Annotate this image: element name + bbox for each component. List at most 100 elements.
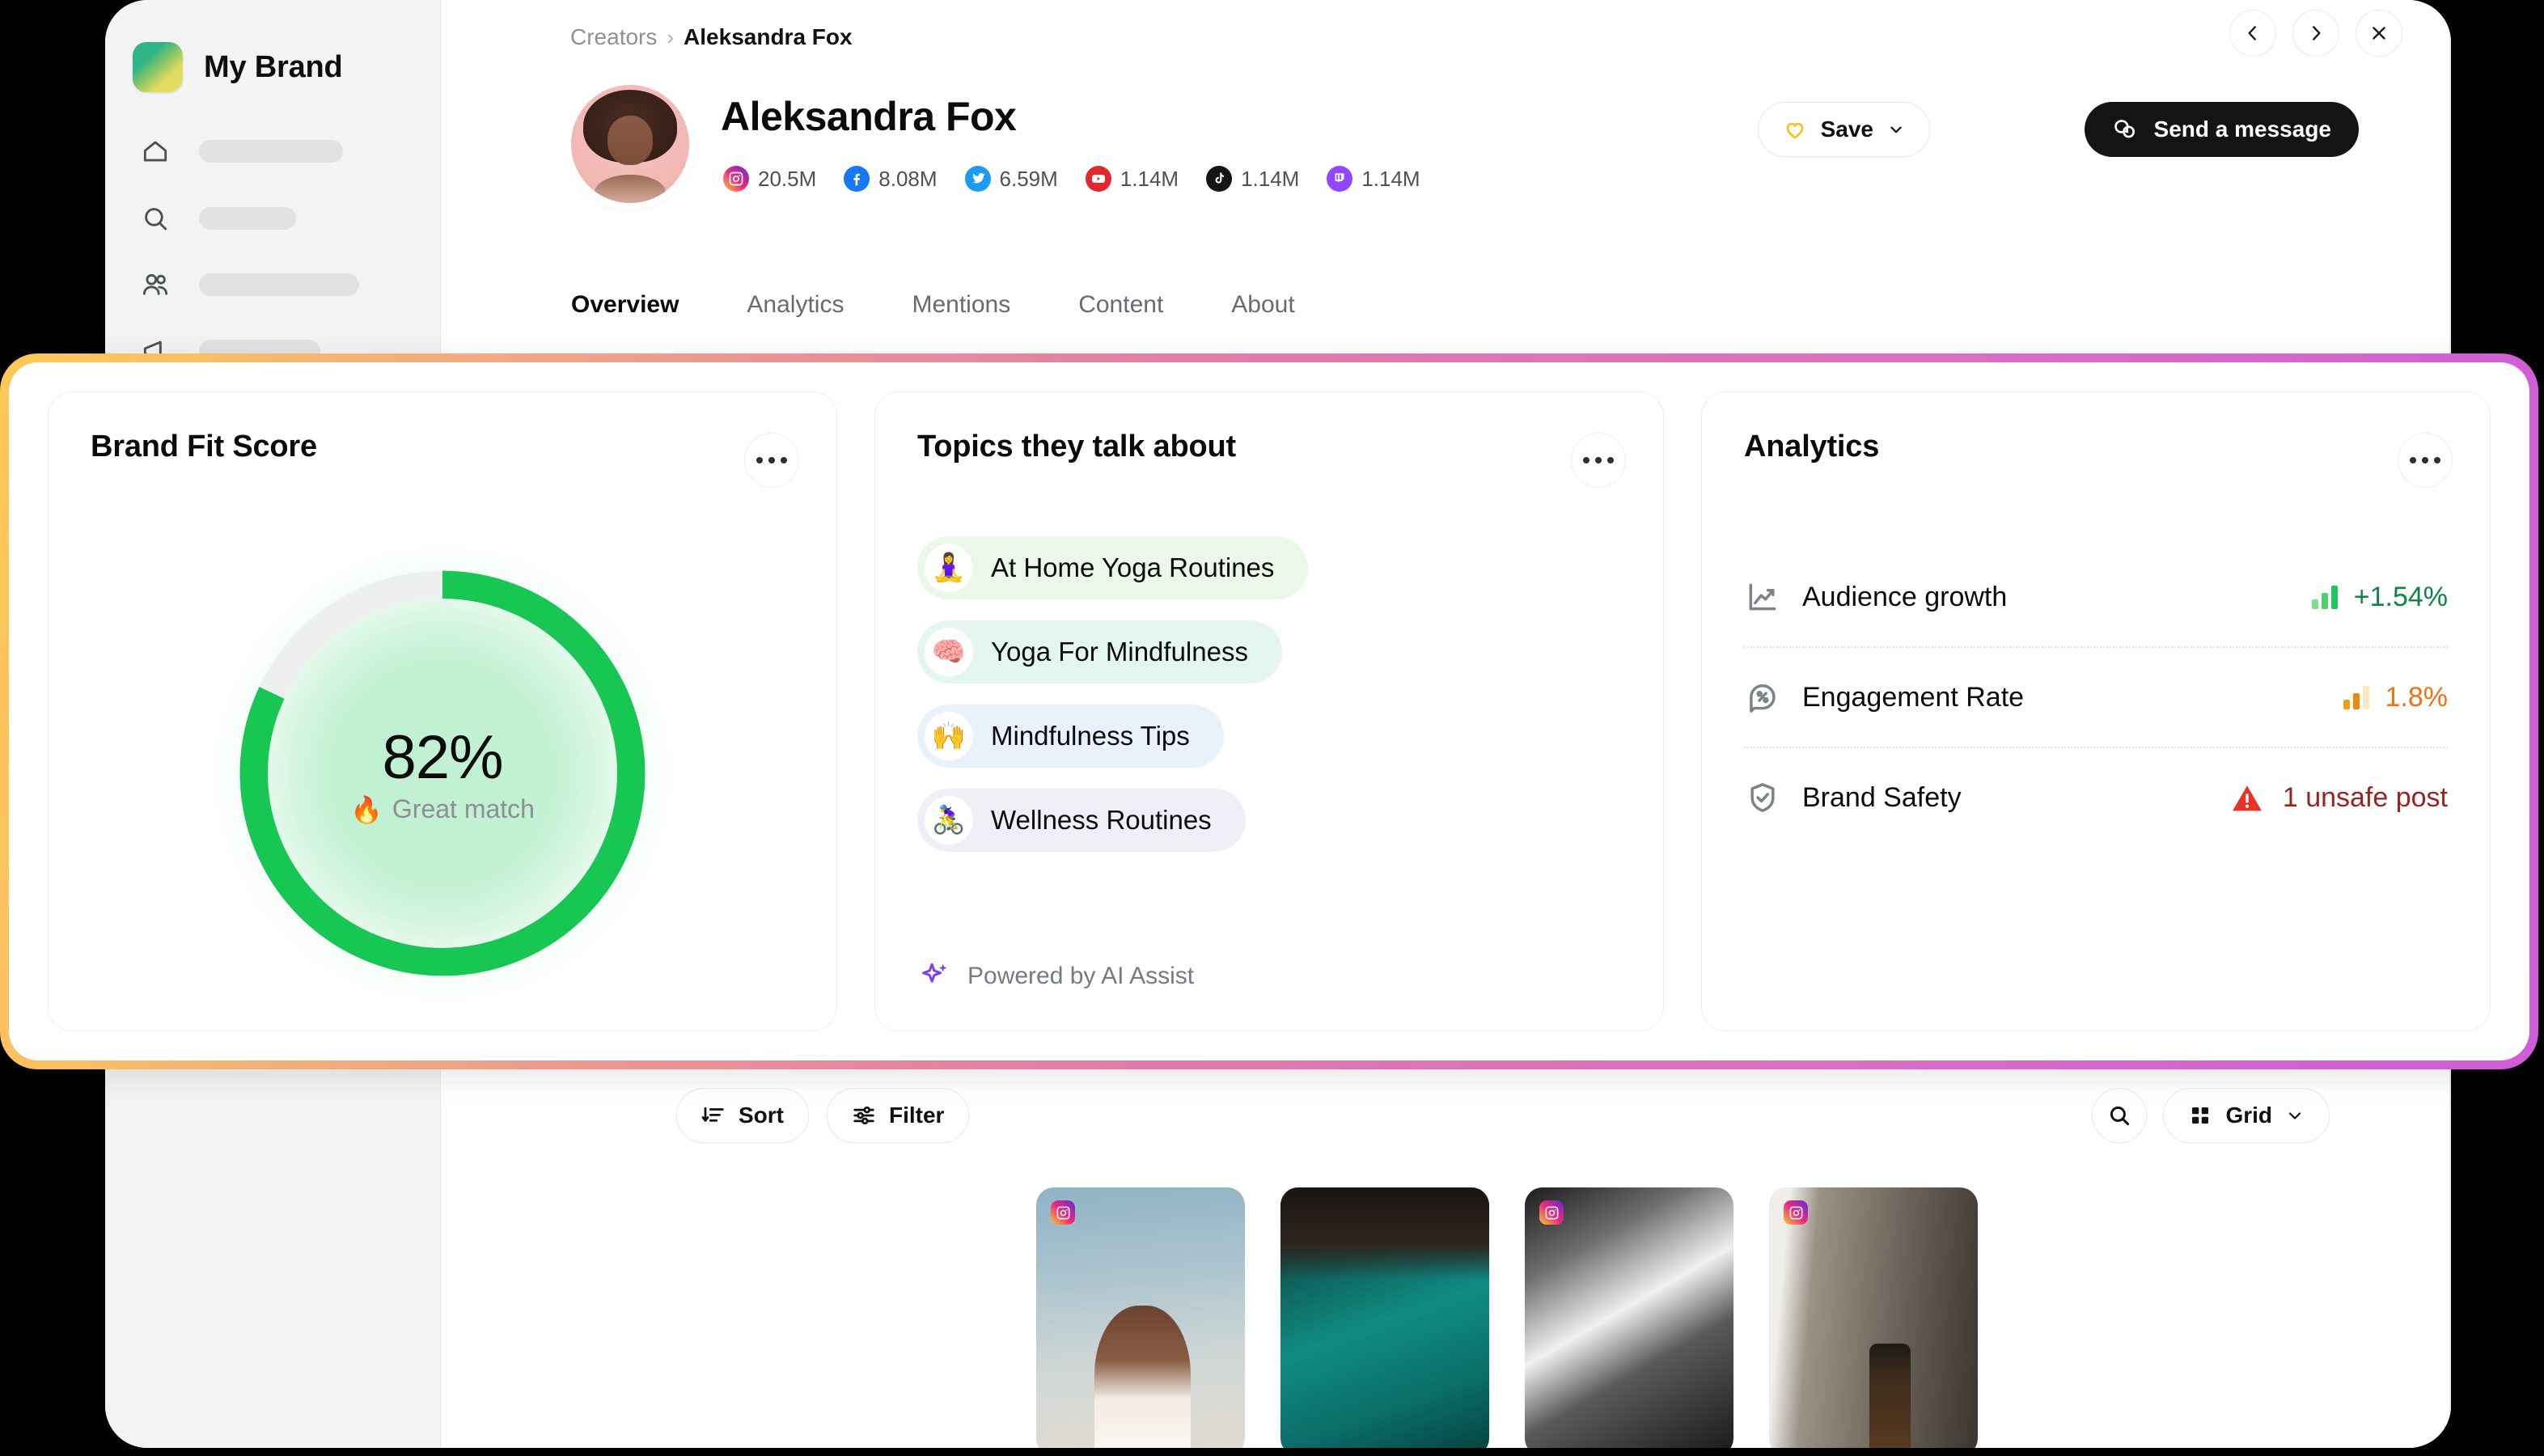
- stat-instagram[interactable]: 20.5M: [723, 166, 816, 192]
- sidebar-item-label-placeholder: [199, 207, 296, 230]
- filter-icon: [852, 1103, 876, 1128]
- avatar: [571, 85, 689, 203]
- list-item[interactable]: 🙌 Mindfulness Tips: [917, 705, 1224, 768]
- stat-value: 20.5M: [758, 167, 816, 192]
- stat-twitter[interactable]: 6.59M: [965, 166, 1058, 192]
- analytics-more-button[interactable]: [2398, 433, 2453, 488]
- send-message-button[interactable]: Send a message: [2085, 102, 2359, 157]
- sidebar-item-home[interactable]: [105, 133, 343, 169]
- topics-more-button[interactable]: [1571, 433, 1626, 488]
- filter-button[interactable]: Filter: [827, 1088, 969, 1143]
- instagram-icon: [1295, 1200, 1319, 1225]
- stat-youtube[interactable]: 1.14M: [1086, 166, 1179, 192]
- heart-icon: [1783, 117, 1807, 142]
- brand-fit-gauge: 82% 🔥 Great match: [228, 559, 657, 988]
- brand-fit-score-card: Brand Fit Score 82% 🔥 Great match: [48, 392, 837, 1031]
- metric-value: +1.54%: [2354, 582, 2448, 613]
- sidebar-item-people[interactable]: [105, 267, 359, 303]
- facebook-icon: [844, 166, 870, 192]
- metric-label: Brand Safety: [1802, 782, 2231, 814]
- post-card[interactable]: [1769, 1187, 1978, 1448]
- twitter-icon: [965, 166, 991, 192]
- tab-analytics[interactable]: Analytics: [747, 291, 844, 324]
- tab-content[interactable]: Content: [1078, 291, 1163, 324]
- save-button[interactable]: Save: [1758, 102, 1930, 157]
- social-stats: 20.5M 8.08M 6.59M 1.14M: [723, 166, 1420, 192]
- brand-fit-score-title: Brand Fit Score: [91, 430, 794, 464]
- brand-fit-percent: 82%: [382, 722, 502, 793]
- metric-brand-safety[interactable]: Brand Safety 1 unsafe post: [1744, 748, 2448, 847]
- stat-value: 1.14M: [1120, 167, 1179, 192]
- post-card[interactable]: [1036, 1187, 1245, 1448]
- metric-engagement-rate[interactable]: Engagement Rate 1.8%: [1744, 648, 2448, 747]
- page-title: Aleksandra Fox: [721, 93, 1016, 140]
- stat-twitch[interactable]: 1.14M: [1327, 166, 1420, 192]
- post-card[interactable]: [1525, 1187, 1733, 1448]
- topic-label: Wellness Routines: [991, 805, 1212, 836]
- brain-icon: 🧠: [925, 628, 973, 676]
- metric-value: 1.8%: [2385, 682, 2449, 713]
- tab-about[interactable]: About: [1231, 291, 1294, 324]
- topic-label: At Home Yoga Routines: [991, 552, 1274, 583]
- forward-button[interactable]: [2292, 10, 2339, 57]
- topics-title: Topics they talk about: [917, 430, 1621, 464]
- warning-triangle-icon: [2231, 783, 2263, 812]
- yoga-icon: 🧘‍♀️: [925, 544, 973, 592]
- list-item[interactable]: 🚴‍♀️ Wellness Routines: [917, 789, 1246, 852]
- ai-assist-credit: Powered by AI Assist: [919, 959, 1194, 993]
- chevron-right-icon: [2305, 23, 2326, 44]
- bars-green-icon: [2312, 585, 2338, 609]
- avatar-body: [595, 175, 666, 203]
- view-mode-label: Grid: [2225, 1103, 2272, 1128]
- tab-bar: Overview Analytics Mentions Content Abou…: [571, 291, 1295, 324]
- breadcrumb-root[interactable]: Creators: [570, 24, 657, 50]
- ai-assist-label: Powered by AI Assist: [967, 963, 1194, 990]
- highlighted-overview-panel: Brand Fit Score 82% 🔥 Great match: [0, 353, 2538, 1069]
- sparkle-icon: [919, 959, 953, 993]
- stat-value: 1.14M: [1361, 167, 1420, 192]
- analytics-title: Analytics: [1744, 430, 2448, 464]
- brand-fit-more-button[interactable]: [744, 433, 799, 488]
- save-button-label: Save: [1821, 116, 1873, 142]
- metric-label: Engagement Rate: [1802, 682, 2343, 713]
- breadcrumb: Creators › Aleksandra Fox: [570, 24, 853, 50]
- breadcrumb-current: Aleksandra Fox: [684, 24, 853, 50]
- view-mode-button[interactable]: Grid: [2163, 1088, 2330, 1143]
- stat-facebook[interactable]: 8.08M: [844, 166, 937, 192]
- grid-icon: [2188, 1103, 2212, 1128]
- list-item[interactable]: 🧠 Yoga For Mindfulness: [917, 620, 1282, 684]
- people-icon: [138, 267, 173, 303]
- tab-overview[interactable]: Overview: [571, 291, 679, 324]
- stat-tiktok[interactable]: 1.14M: [1206, 166, 1299, 192]
- search-button[interactable]: [2092, 1088, 2147, 1143]
- list-item[interactable]: 🧘‍♀️ At Home Yoga Routines: [917, 536, 1308, 599]
- filter-button-label: Filter: [889, 1103, 944, 1128]
- post-card[interactable]: [1280, 1187, 1489, 1448]
- bars-orange-icon: [2343, 685, 2369, 709]
- metric-audience-growth[interactable]: Audience growth +1.54%: [1744, 548, 2448, 646]
- fire-icon: 🔥: [350, 794, 383, 825]
- breadcrumb-separator-icon: ›: [667, 25, 674, 50]
- brand-fit-match-label: Great match: [392, 794, 535, 824]
- chevron-down-icon: [2285, 1106, 2305, 1125]
- stat-value: 8.08M: [878, 167, 937, 192]
- close-button[interactable]: [2356, 10, 2402, 57]
- sidebar-item-search[interactable]: [105, 201, 296, 236]
- topic-label: Yoga For Mindfulness: [991, 637, 1248, 667]
- avatar-face: [607, 116, 652, 165]
- sort-button[interactable]: Sort: [676, 1088, 809, 1143]
- line-chart-icon: [1744, 578, 1781, 616]
- raised-hands-icon: 🙌: [925, 712, 973, 760]
- chevron-left-icon: [2242, 23, 2263, 44]
- back-button[interactable]: [2229, 10, 2276, 57]
- brand-header[interactable]: My Brand: [105, 0, 440, 92]
- metric-label: Audience growth: [1802, 582, 2312, 613]
- twitch-icon: [1327, 166, 1352, 192]
- analytics-metric-list: Audience growth +1.54%: [1744, 548, 2448, 847]
- chat-bubbles-icon: [2112, 116, 2138, 142]
- tab-mentions[interactable]: Mentions: [912, 291, 1010, 324]
- instagram-icon: [1784, 1200, 1808, 1225]
- percent-chat-icon: [1744, 679, 1781, 716]
- metric-value: 1 unsafe post: [2283, 782, 2448, 814]
- topics-card: Topics they talk about 🧘‍♀️ At Home Yoga…: [874, 392, 1664, 1031]
